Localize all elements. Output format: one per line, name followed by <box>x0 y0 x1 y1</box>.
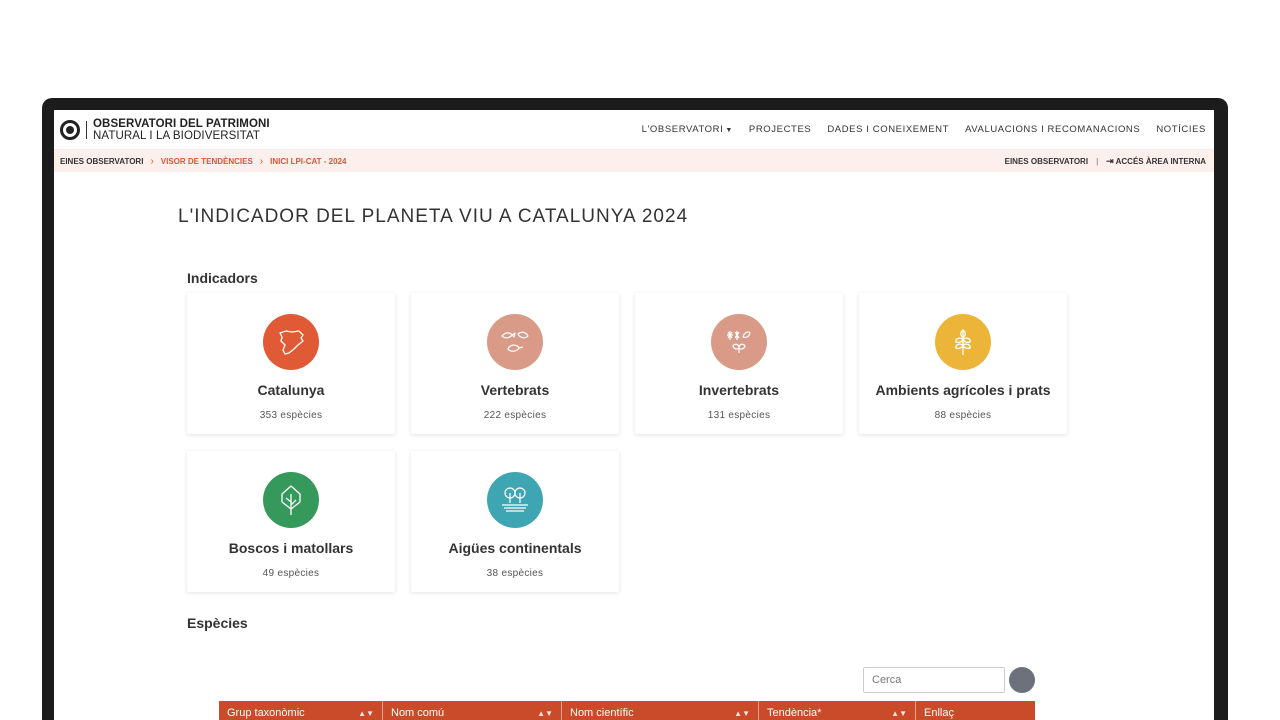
indicators-heading: Indicadors <box>187 270 258 286</box>
nav-avaluacions[interactable]: AVALUACIONS I RECOMANACIONS <box>965 124 1140 135</box>
nav-dades[interactable]: DADES I CONEIXEMENT <box>827 124 949 135</box>
species-heading: Espècies <box>187 615 248 631</box>
column-header-nom-comu[interactable]: Nom comú ▲▼ <box>383 701 562 720</box>
nav-noticies[interactable]: NOTÍCIES <box>1156 124 1206 135</box>
catalonia-map-icon <box>263 314 319 370</box>
column-header-grup[interactable]: Grup taxonòmic ▲▼ <box>219 701 383 720</box>
card-title: Boscos i matollars <box>228 540 354 556</box>
search-input[interactable] <box>863 667 1005 693</box>
chevron-right-icon: › <box>150 155 154 167</box>
card-title: Ambients agrícoles i prats <box>875 382 1051 398</box>
logo-divider <box>86 120 87 139</box>
invertebrates-icon <box>711 314 767 370</box>
main-menu: L'OBSERVATORI ▼ PROJECTES DADES I CONEIXE… <box>642 124 1206 135</box>
logo-circle-icon <box>60 119 80 140</box>
card-title: Invertebrats <box>698 382 780 398</box>
logo-line-2: NATURAL I LA BIODIVERSITAT <box>93 129 261 142</box>
browser-viewport: OBSERVATORI DEL PATRIMONI NATURAL I LA B… <box>54 110 1214 720</box>
sort-icon: ▲▼ <box>891 708 907 718</box>
water-trees-icon <box>487 472 543 528</box>
species-count: 222 espècies <box>483 410 547 421</box>
species-count: 353 espècies <box>259 410 323 421</box>
login-icon: ⇥ <box>1106 155 1114 166</box>
breadcrumb: EINES OBSERVATORI › VISOR DE TENDÈNCIES … <box>54 150 1214 172</box>
indicator-card-catalunya[interactable]: Catalunya 353 espècies <box>187 293 395 434</box>
caret-down-icon: ▼ <box>725 127 733 134</box>
logo-line-1: OBSERVATORI DEL PATRIMONI <box>93 117 270 130</box>
nav-projectes[interactable]: PROJECTES <box>749 124 811 135</box>
nav-observatori[interactable]: L'OBSERVATORI ▼ <box>642 124 733 135</box>
page-title: L'INDICADOR DEL PLANETA VIU A CATALUNYA … <box>178 206 689 227</box>
indicator-card-vertebrats[interactable]: Vertebrats 222 espècies <box>411 293 619 434</box>
breadcrumb-inici[interactable]: INICI LPI-CAT - 2024 <box>270 157 346 166</box>
sort-icon: ▲▼ <box>734 708 750 718</box>
species-count: 38 espècies <box>486 568 544 579</box>
chevron-right-icon: › <box>259 155 264 167</box>
indicator-card-aigues[interactable]: Aigües continentals 38 espècies <box>411 451 619 592</box>
column-header-enllac[interactable]: Enllaç <box>916 701 1035 720</box>
search-button[interactable] <box>1009 667 1035 693</box>
breadcrumb-eines[interactable]: EINES OBSERVATORI <box>60 157 143 166</box>
login-link[interactable]: ⇥ ACCÉS ÀREA INTERNA <box>1106 156 1206 167</box>
indicator-card-agricoles[interactable]: Ambients agrícoles i prats 88 espècies <box>859 293 1067 434</box>
card-title: Vertebrats <box>480 382 550 398</box>
card-title: Aigües continentals <box>448 540 582 556</box>
species-table-header: Grup taxonòmic ▲▼ Nom comú ▲▼ Nom científi… <box>219 701 1035 720</box>
column-header-nom-cientific[interactable]: Nom científic ▲▼ <box>562 701 759 720</box>
species-count: 88 espècies <box>934 410 992 421</box>
top-navigation: OBSERVATORI DEL PATRIMONI NATURAL I LA B… <box>54 110 1214 150</box>
species-count: 49 espècies <box>262 568 320 579</box>
divider: | <box>1096 156 1099 166</box>
indicator-card-invertebrats[interactable]: Invertebrats 131 espècies <box>635 293 843 434</box>
site-logo[interactable]: OBSERVATORI DEL PATRIMONI NATURAL I LA B… <box>60 118 270 142</box>
species-count: 131 espècies <box>707 410 771 421</box>
vertebrates-icon <box>487 314 543 370</box>
tree-icon <box>263 472 319 528</box>
breadcrumb-visor[interactable]: VISOR DE TENDÈNCIES <box>161 157 253 166</box>
sort-icon: ▲▼ <box>537 708 553 718</box>
card-title: Catalunya <box>257 382 325 398</box>
wheat-icon <box>935 314 991 370</box>
sort-icon: ▲▼ <box>358 708 374 718</box>
indicator-card-boscos[interactable]: Boscos i matollars 49 espècies <box>187 451 395 592</box>
eines-observatori-link[interactable]: EINES OBSERVATORI <box>1005 157 1088 166</box>
column-header-tendencia[interactable]: Tendència* ▲▼ <box>759 701 916 720</box>
